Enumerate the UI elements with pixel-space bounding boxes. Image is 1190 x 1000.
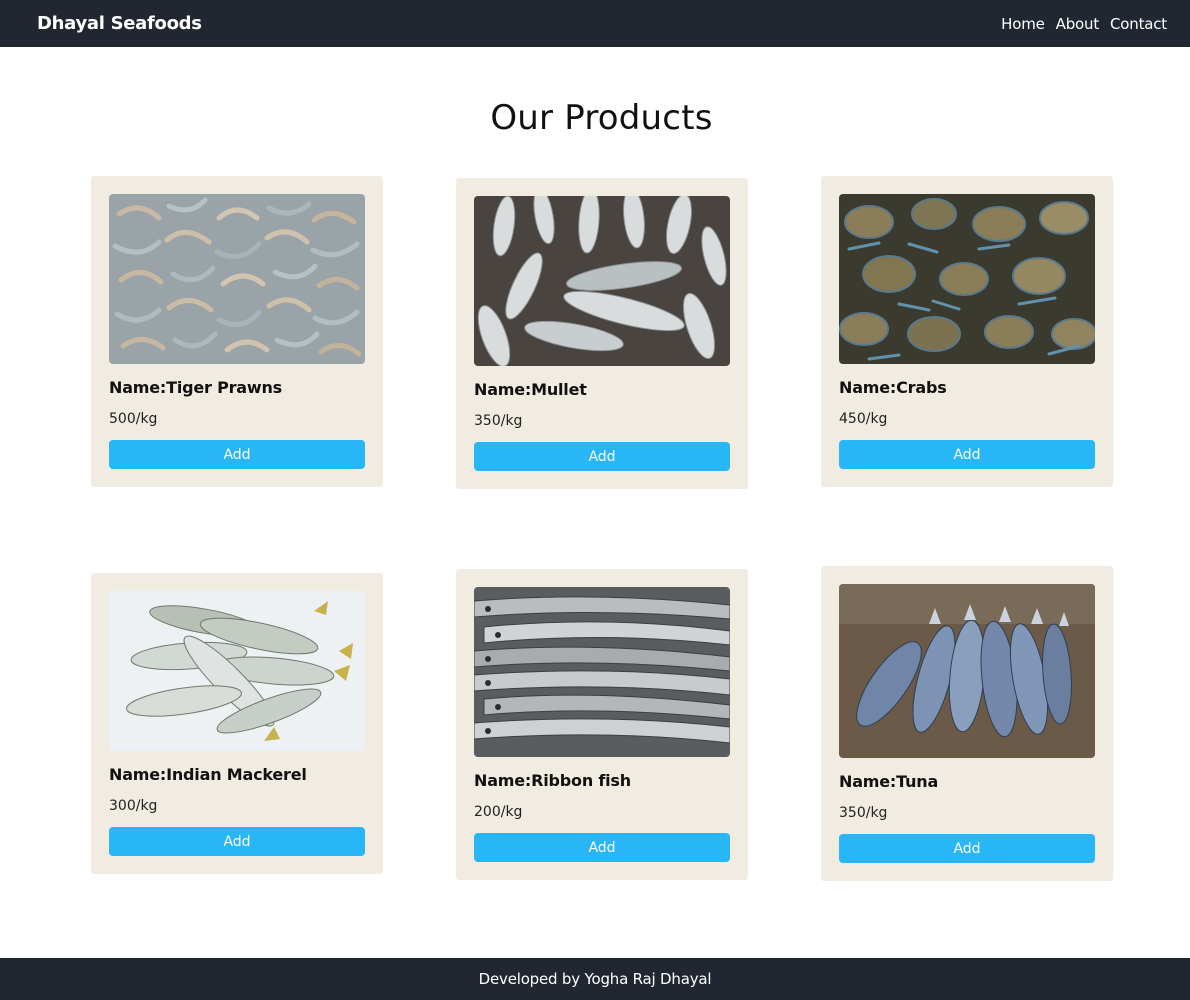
- footer: Developed by Yogha Raj Dhayal: [0, 958, 1190, 1000]
- add-button[interactable]: Add: [474, 442, 730, 471]
- product-name: Name:Tiger Prawns: [109, 378, 282, 397]
- nav-link-contact[interactable]: Contact: [1110, 15, 1167, 33]
- add-button[interactable]: Add: [474, 833, 730, 862]
- product-name: Name:Indian Mackerel: [109, 765, 307, 784]
- product-price: 200/kg: [474, 804, 523, 820]
- ribbon-fish-image: [474, 587, 730, 757]
- add-button[interactable]: Add: [109, 827, 365, 856]
- product-card-tiger-prawns: Name:Tiger Prawns 500/kg Add: [91, 176, 383, 487]
- tuna-photo: [839, 584, 1095, 758]
- add-button[interactable]: Add: [839, 834, 1095, 863]
- product-card-indian-mackerel: Name:Indian Mackerel 300/kg Add: [91, 573, 383, 874]
- product-card-tuna: Name:Tuna 350/kg Add: [821, 566, 1113, 881]
- tiger-prawns-image: [109, 194, 365, 364]
- nav-link-about[interactable]: About: [1056, 15, 1100, 33]
- tuna-image: [839, 584, 1095, 758]
- footer-credit: Developed by Yogha Raj Dhayal: [478, 970, 712, 988]
- indian-mackerel-image: [109, 591, 365, 751]
- mullet-image: [474, 196, 730, 366]
- product-price: 450/kg: [839, 411, 888, 427]
- nav-links: Home About Contact: [1001, 15, 1167, 33]
- product-card-mullet: Name:Mullet 350/kg Add: [456, 178, 748, 489]
- product-price: 350/kg: [839, 805, 888, 821]
- navbar: Dhayal Seafoods Home About Contact: [0, 0, 1190, 47]
- ribbon-fish-photo: [474, 587, 730, 757]
- product-price: 350/kg: [474, 413, 523, 429]
- product-name: Name:Mullet: [474, 380, 587, 399]
- nav-link-home[interactable]: Home: [1001, 15, 1045, 33]
- product-price: 300/kg: [109, 798, 158, 814]
- indian-mackerel-photo: [109, 591, 365, 751]
- add-button[interactable]: Add: [109, 440, 365, 469]
- mullet-photo: [474, 196, 730, 366]
- product-name: Name:Crabs: [839, 378, 947, 397]
- tiger-prawns-photo: [109, 194, 365, 364]
- product-name: Name:Tuna: [839, 772, 939, 791]
- product-card-ribbon-fish: Name:Ribbon fish 200/kg Add: [456, 569, 748, 880]
- product-price: 500/kg: [109, 411, 158, 427]
- crabs-photo: [839, 194, 1095, 364]
- product-name: Name:Ribbon fish: [474, 771, 631, 790]
- page-title: Our Products: [490, 98, 713, 138]
- crabs-image: [839, 194, 1095, 364]
- product-card-crabs: Name:Crabs 450/kg Add: [821, 176, 1113, 487]
- add-button[interactable]: Add: [839, 440, 1095, 469]
- brand-logo[interactable]: Dhayal Seafoods: [37, 13, 202, 34]
